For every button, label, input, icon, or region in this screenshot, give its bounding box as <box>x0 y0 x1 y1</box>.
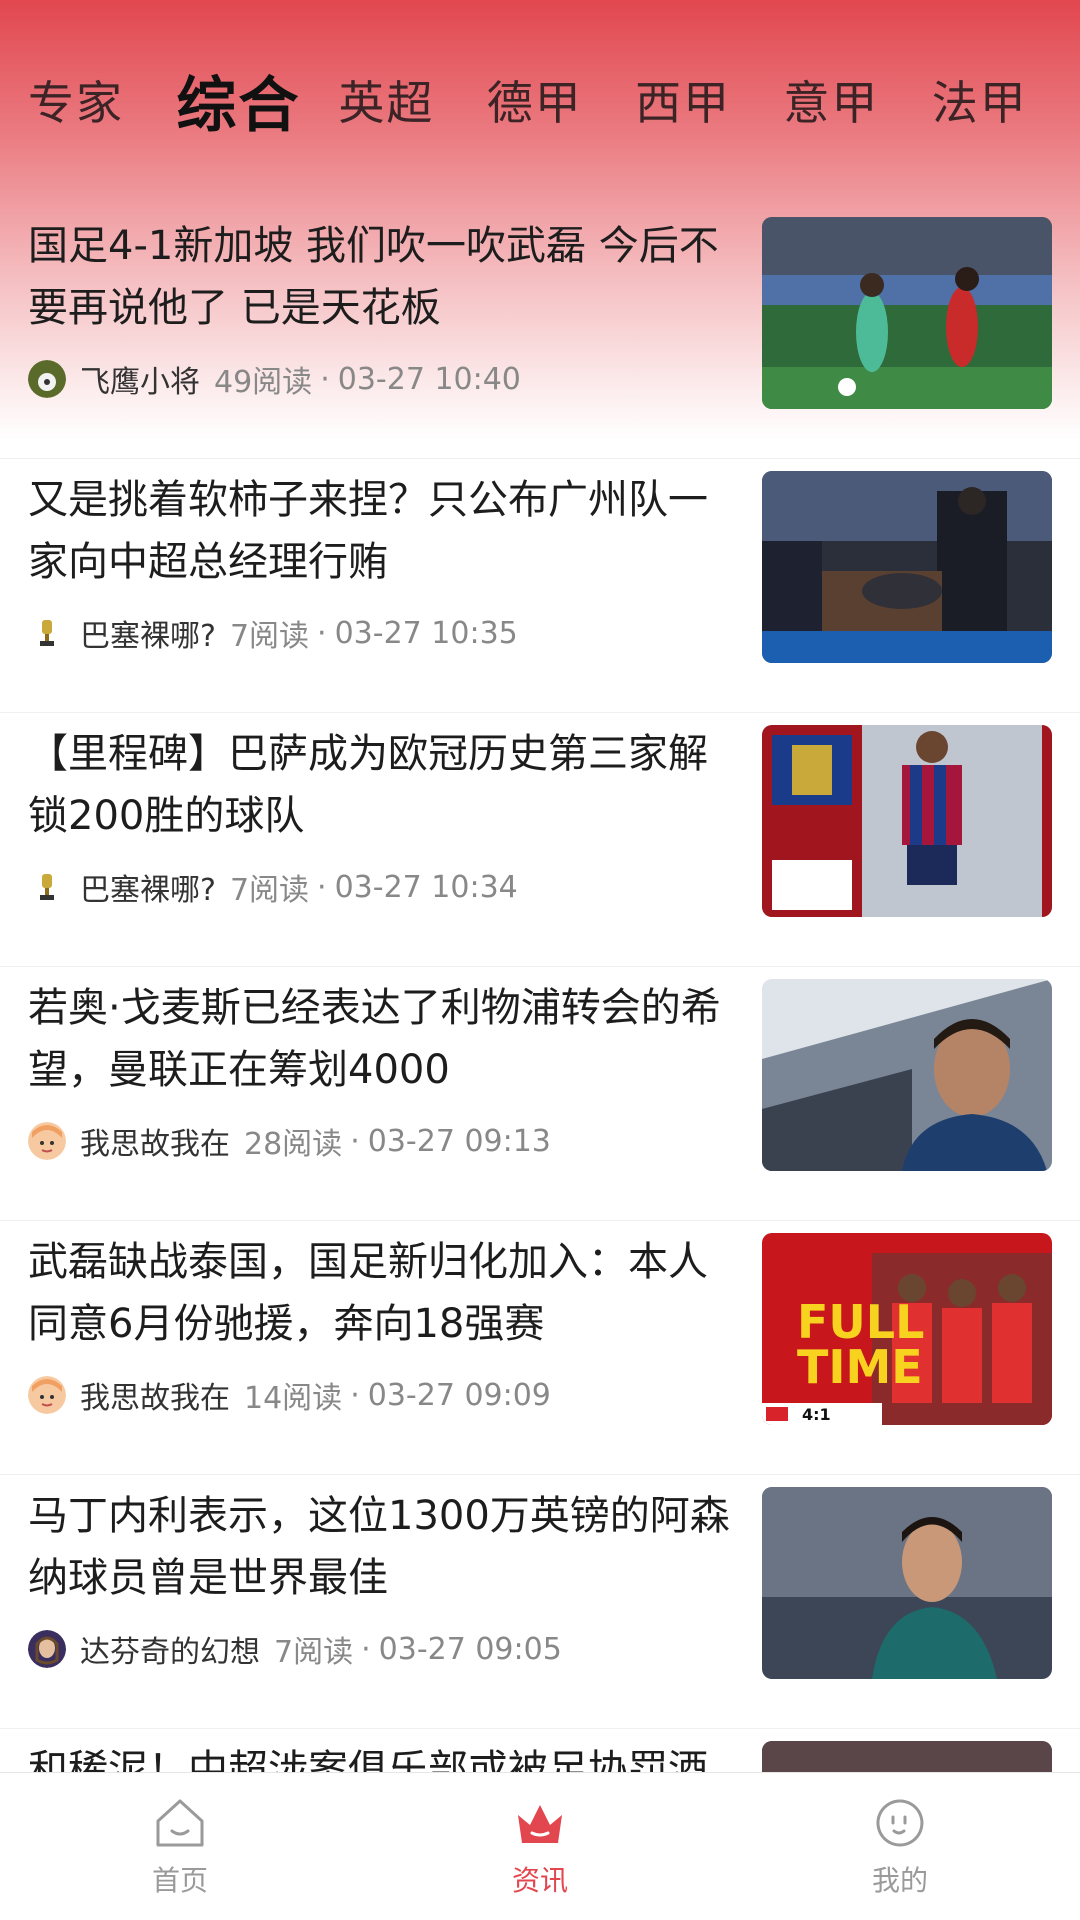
news-item[interactable]: 又是挑着软柿子来捏？只公布广州队一家向中超总经理行贿 巴塞裸哪? 7阅读 · 0… <box>0 459 1080 713</box>
tab-la-liga[interactable]: 西甲 <box>635 67 783 133</box>
news-title[interactable]: 马丁内利表示，这位1300万英镑的阿森纳球员曾是世界最佳 <box>28 1485 738 1609</box>
cartoon-avatar-icon <box>28 1376 66 1414</box>
news-item[interactable]: 国足4-1新加坡 我们吹一吹武磊 今后不要再说他了 已是天花板 飞鹰小将 49阅… <box>0 205 1080 459</box>
soccer-match-image[interactable] <box>762 217 1052 409</box>
score-text: 4:1 <box>802 1405 831 1424</box>
bottom-navigation: 首页 资讯 我的 <box>0 1772 1080 1920</box>
tab-ligue-1[interactable]: 法甲 <box>932 67 1080 133</box>
author-name[interactable]: 飞鹰小将 <box>80 357 200 401</box>
meta-separator: · <box>361 1631 371 1667</box>
read-count: 7阅读 <box>274 1635 354 1670</box>
news-title[interactable]: 武磊缺战泰国，国足新归化加入：本人同意6月份驰援，奔向18强赛 <box>28 1231 738 1355</box>
court-scene-image[interactable] <box>762 471 1052 663</box>
news-meta: 巴塞裸哪? 7阅读 · 03-27 10:34 <box>28 865 518 909</box>
trophy-avatar-icon <box>28 614 66 652</box>
news-title[interactable]: 若奥·戈麦斯已经表达了利物浦转会的希望，曼联正在筹划4000 <box>28 977 738 1101</box>
publish-time: 03-27 10:34 <box>334 869 518 905</box>
nav-profile-label: 我的 <box>871 1863 928 1897</box>
author-name[interactable]: 达芬奇的幻想 <box>80 1627 260 1671</box>
news-item[interactable]: 【里程碑】巴萨成为欧冠历史第三家解锁200胜的球队 巴塞裸哪? 7阅读 · 03… <box>0 713 1080 967</box>
publish-time: 03-27 10:40 <box>337 361 521 397</box>
read-count: 7阅读 <box>229 873 310 908</box>
nav-news[interactable]: 资讯 <box>360 1773 720 1920</box>
meta-separator: · <box>317 869 327 905</box>
read-count: 28阅读 <box>244 1127 343 1162</box>
news-item[interactable]: 若奥·戈麦斯已经表达了利物浦转会的希望，曼联正在筹划4000 我思故我在 28阅… <box>0 967 1080 1221</box>
tab-bundesliga[interactable]: 德甲 <box>487 67 635 133</box>
profile-face-icon <box>876 1799 924 1846</box>
trophy-avatar-icon <box>28 868 66 906</box>
read-count: 14阅读 <box>244 1381 343 1416</box>
news-title[interactable]: 又是挑着软柿子来捏？只公布广州队一家向中超总经理行贿 <box>28 469 738 593</box>
tab-expert[interactable]: 专家 <box>28 67 176 133</box>
player-portrait-image[interactable] <box>762 979 1052 1171</box>
news-meta: 我思故我在 28阅读 · 03-27 09:13 <box>28 1119 551 1163</box>
meta-separator: · <box>320 361 330 397</box>
author-name[interactable]: 巴塞裸哪? <box>80 611 216 655</box>
full-time-text-2: TIME <box>797 1340 923 1394</box>
nav-home[interactable]: 首页 <box>0 1773 360 1920</box>
publish-time: 03-27 09:05 <box>378 1631 562 1667</box>
home-icon <box>156 1799 204 1846</box>
barcelona-player-image[interactable] <box>762 725 1052 917</box>
author-name[interactable]: 巴塞裸哪? <box>80 865 216 909</box>
tab-serie-a[interactable]: 意甲 <box>783 67 931 133</box>
nav-news-label: 资讯 <box>511 1863 568 1897</box>
full-time-graphic-image[interactable]: FULL TIME 4:1 <box>762 1233 1052 1425</box>
crown-icon <box>518 1804 562 1843</box>
news-meta: 达芬奇的幻想 7阅读 · 03-27 09:05 <box>28 1627 562 1671</box>
publish-time: 03-27 09:09 <box>367 1377 551 1413</box>
meta-separator: · <box>317 615 327 651</box>
arsenal-player-image[interactable] <box>762 1487 1052 1679</box>
category-tabs: 专家 综合 英超 德甲 西甲 意甲 法甲 <box>0 40 1080 160</box>
soccer-avatar-icon <box>28 360 66 398</box>
tab-premier-league[interactable]: 英超 <box>338 67 486 133</box>
nav-home-label: 首页 <box>151 1863 208 1897</box>
news-meta: 我思故我在 14阅读 · 03-27 09:09 <box>28 1373 551 1417</box>
news-item[interactable]: 马丁内利表示，这位1300万英镑的阿森纳球员曾是世界最佳 达芬奇的幻想 7阅读 … <box>0 1475 1080 1729</box>
meta-separator: · <box>350 1123 360 1159</box>
news-item[interactable]: 武磊缺战泰国，国足新归化加入：本人同意6月份驰援，奔向18强赛 我思故我在 14… <box>0 1221 1080 1475</box>
read-count: 7阅读 <box>229 619 310 654</box>
publish-time: 03-27 10:35 <box>334 615 518 651</box>
tab-general[interactable]: 综合 <box>176 57 338 144</box>
meta-separator: · <box>350 1377 360 1413</box>
portrait-avatar-icon <box>28 1630 66 1668</box>
author-name[interactable]: 我思故我在 <box>80 1119 230 1163</box>
news-title[interactable]: 【里程碑】巴萨成为欧冠历史第三家解锁200胜的球队 <box>28 723 738 847</box>
publish-time: 03-27 09:13 <box>367 1123 551 1159</box>
news-feed: 国足4-1新加坡 我们吹一吹武磊 今后不要再说他了 已是天花板 飞鹰小将 49阅… <box>0 205 1080 1920</box>
news-title[interactable]: 国足4-1新加坡 我们吹一吹武磊 今后不要再说他了 已是天花板 <box>28 215 738 339</box>
read-count: 49阅读 <box>214 365 313 400</box>
author-name[interactable]: 我思故我在 <box>80 1373 230 1417</box>
cartoon-avatar-icon <box>28 1122 66 1160</box>
news-meta: 飞鹰小将 49阅读 · 03-27 10:40 <box>28 357 521 401</box>
nav-profile[interactable]: 我的 <box>720 1773 1080 1920</box>
news-meta: 巴塞裸哪? 7阅读 · 03-27 10:35 <box>28 611 518 655</box>
